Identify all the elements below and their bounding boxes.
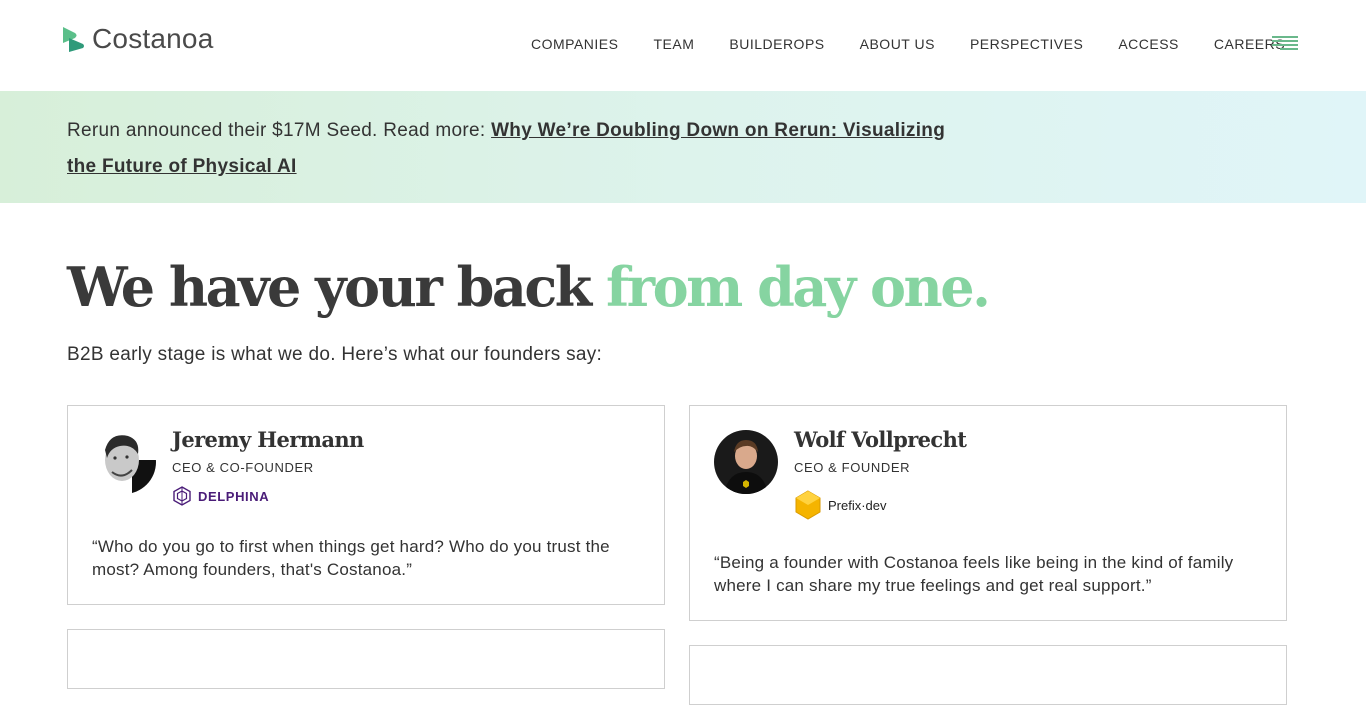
nav-perspectives[interactable]: PERSPECTIVES bbox=[970, 36, 1083, 52]
testimonial-card: Jeremy Hermann CEO & CO-FOUNDER DELPHINA… bbox=[67, 405, 665, 605]
nav-companies[interactable]: COMPANIES bbox=[531, 36, 618, 52]
person-role: CEO & CO-FOUNDER bbox=[172, 460, 314, 475]
company-logo[interactable]: DELPHINA bbox=[172, 486, 269, 506]
costanoa-logo-icon bbox=[63, 27, 84, 52]
company-name: DELPHINA bbox=[198, 488, 270, 504]
testimonial-quote: “Being a founder with Costanoa feels lik… bbox=[714, 553, 1234, 595]
hero-subtitle: B2B early stage is what we do. Here’s wh… bbox=[67, 344, 603, 365]
hero-title: We have your back from day one. bbox=[67, 252, 991, 322]
company-logo[interactable]: Prefix·dev bbox=[794, 490, 887, 520]
announcement-text: Rerun announced their $17M Seed. Read mo… bbox=[67, 113, 977, 185]
testimonial-quote: “Who do you go to first when things get … bbox=[92, 537, 610, 579]
avatar-photo bbox=[92, 430, 156, 494]
prefix-dev-icon bbox=[795, 490, 821, 520]
delphina-icon bbox=[173, 486, 191, 506]
hero-title-main: We have your back bbox=[67, 255, 606, 319]
avatar-photo bbox=[714, 430, 778, 494]
nav-access[interactable]: ACCESS bbox=[1118, 36, 1179, 52]
testimonial-card: Wolf Vollprecht CEO & FOUNDER Prefix·dev… bbox=[689, 405, 1287, 621]
nav-team[interactable]: TEAM bbox=[653, 36, 694, 52]
main-nav: COMPANIES TEAM BUILDEROPS ABOUT US PERSP… bbox=[531, 36, 1285, 52]
company-name: Prefix·dev bbox=[828, 497, 887, 513]
avatar bbox=[92, 430, 156, 494]
testimonial-card bbox=[689, 645, 1287, 705]
testimonial-card bbox=[67, 629, 665, 689]
costanoa-logo[interactable]: Costanoa bbox=[61, 25, 213, 53]
person-name: Jeremy Hermann bbox=[172, 427, 364, 452]
avatar bbox=[714, 430, 778, 494]
brand-name: Costanoa bbox=[92, 23, 214, 54]
person-role: CEO & FOUNDER bbox=[794, 460, 911, 475]
person-name: Wolf Vollprecht bbox=[794, 427, 967, 452]
nav-about-us[interactable]: ABOUT US bbox=[860, 36, 935, 52]
nav-builderops[interactable]: BUILDEROPS bbox=[729, 36, 824, 52]
hero-title-accent: from day one. bbox=[605, 255, 991, 319]
hamburger-menu-icon[interactable] bbox=[1272, 36, 1298, 52]
announcement-prefix: Rerun announced their $17M Seed. Read mo… bbox=[67, 120, 492, 141]
site-header: Costanoa COMPANIES TEAM BUILDEROPS ABOUT… bbox=[0, 0, 1366, 91]
